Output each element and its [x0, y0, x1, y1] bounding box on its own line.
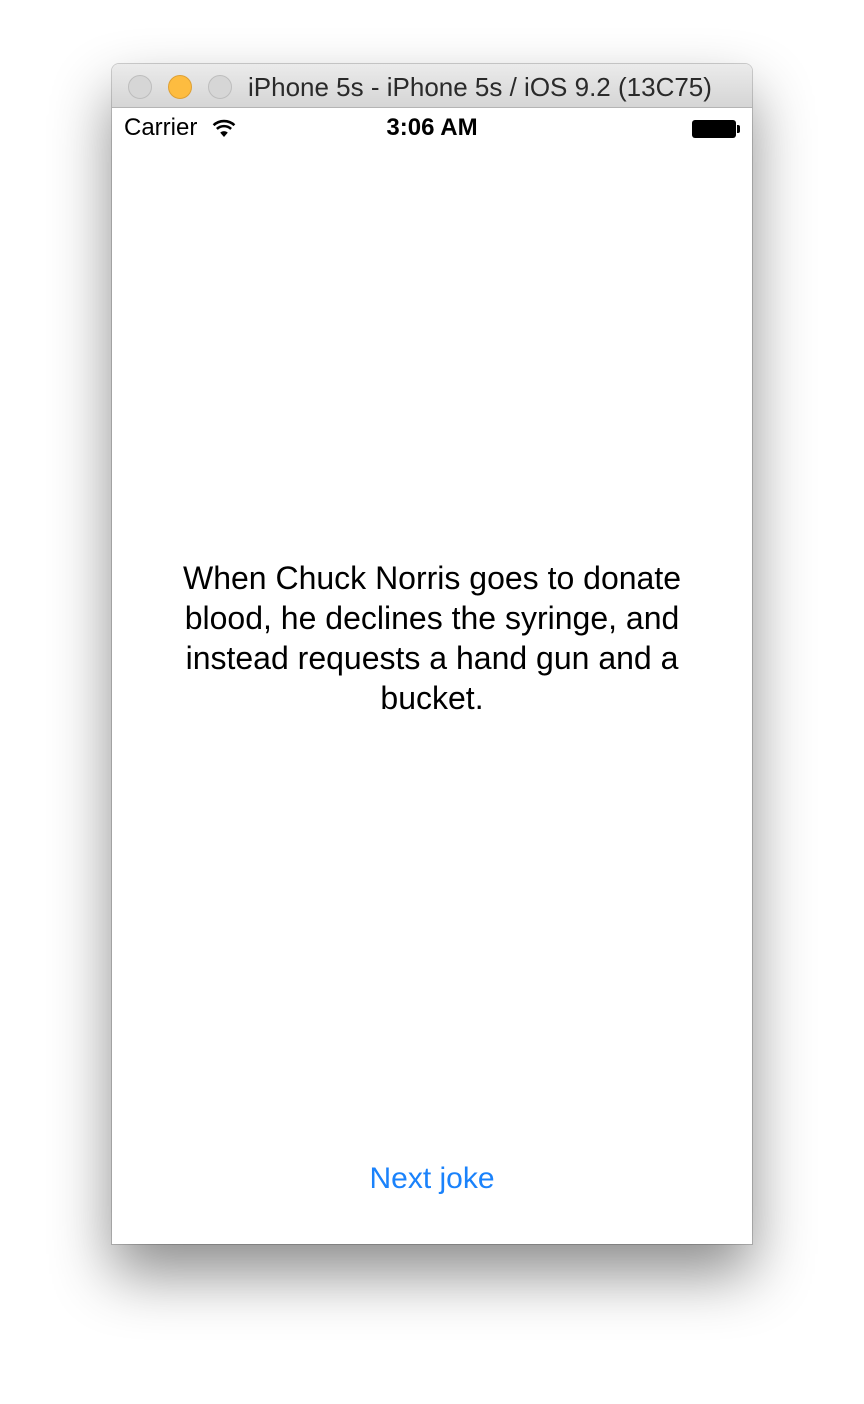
status-time: 3:06 AM [386, 114, 478, 141]
battery-icon [692, 120, 736, 138]
status-bar: Carrier 3:06 AM [112, 108, 752, 148]
simulator-window: iPhone 5s - iPhone 5s / iOS 9.2 (13C75) … [112, 64, 752, 1244]
window-titlebar: iPhone 5s - iPhone 5s / iOS 9.2 (13C75) [112, 64, 752, 108]
zoom-window-button[interactable] [208, 75, 232, 99]
battery-tip [737, 125, 740, 133]
device-screen: Carrier 3:06 AM When Chuck Norris goes t… [112, 108, 752, 1244]
close-window-button[interactable] [128, 75, 152, 99]
minimize-window-button[interactable] [168, 75, 192, 99]
joke-label: When Chuck Norris goes to donate blood, … [182, 560, 682, 716]
next-joke-button[interactable]: Next joke [332, 1156, 532, 1202]
window-title: iPhone 5s - iPhone 5s / iOS 9.2 (13C75) [248, 72, 712, 102]
